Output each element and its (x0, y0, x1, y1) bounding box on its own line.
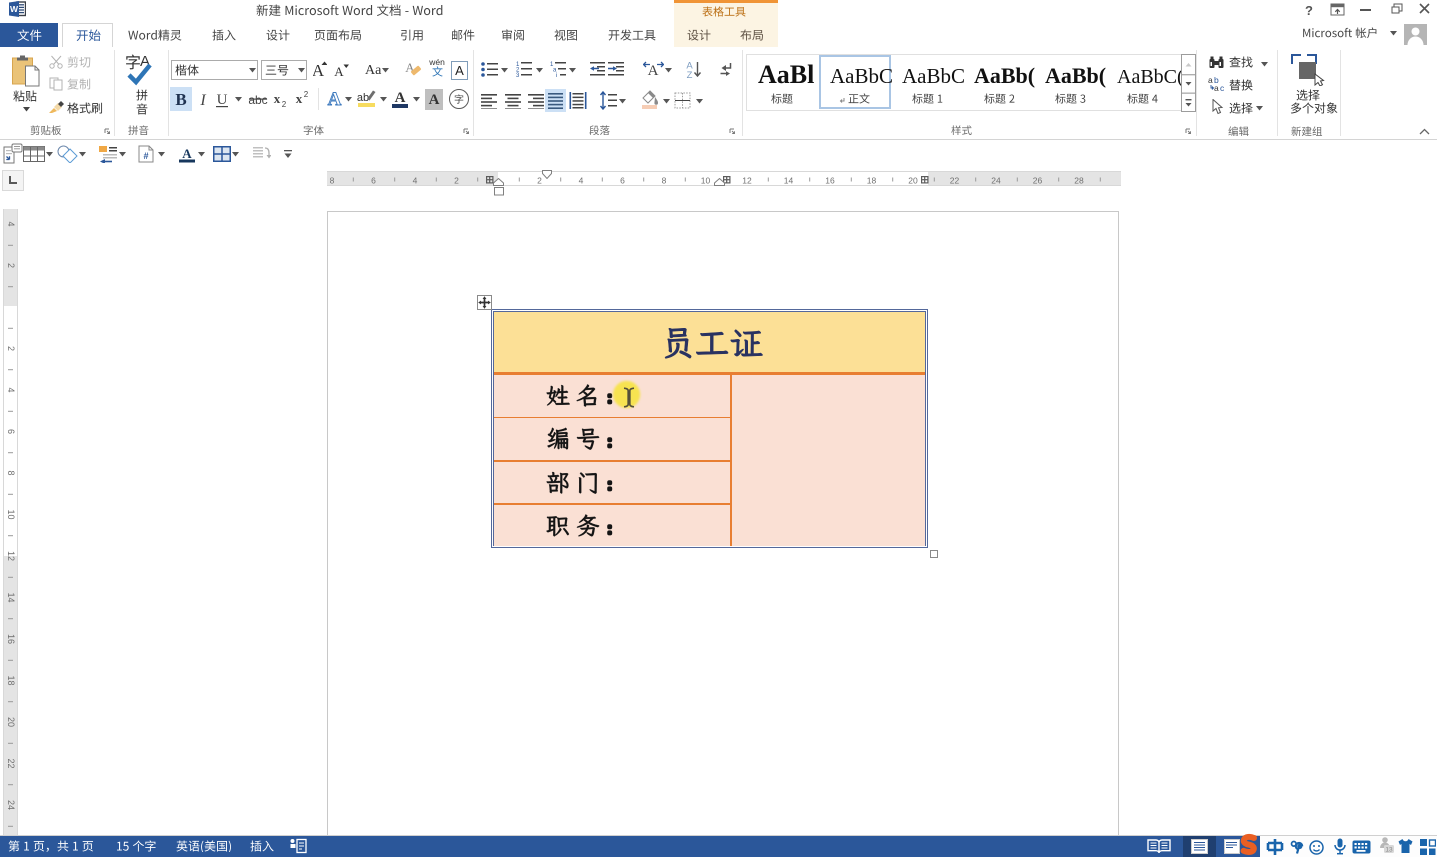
svg-text:16: 16 (6, 634, 16, 644)
svg-text:14: 14 (6, 592, 16, 602)
svg-text:2: 2 (6, 263, 16, 268)
svg-text:16: 16 (825, 176, 835, 186)
svg-text:12: 12 (6, 551, 16, 561)
svg-text:4: 4 (579, 176, 584, 186)
svg-text:8: 8 (6, 470, 16, 475)
svg-text:18: 18 (6, 675, 16, 685)
svg-text:13: 13 (1385, 847, 1393, 854)
svg-text:22: 22 (6, 758, 16, 768)
svg-text:24: 24 (6, 800, 16, 810)
svg-text:28: 28 (1074, 176, 1084, 186)
svg-text:8: 8 (330, 176, 335, 186)
svg-text:6: 6 (620, 176, 625, 186)
svg-text:6: 6 (371, 176, 376, 186)
svg-text:26: 26 (1033, 176, 1043, 186)
svg-text:2: 2 (454, 176, 459, 186)
svg-text:12: 12 (742, 176, 752, 186)
svg-text:2: 2 (6, 346, 16, 351)
svg-text:10: 10 (701, 176, 711, 186)
svg-text:18: 18 (867, 176, 877, 186)
svg-text:14: 14 (784, 176, 794, 186)
svg-text:6: 6 (6, 429, 16, 434)
svg-text:20: 20 (6, 717, 16, 727)
svg-text:10: 10 (6, 509, 16, 519)
svg-text:20: 20 (908, 176, 918, 186)
svg-text:4: 4 (413, 176, 418, 186)
svg-text:4: 4 (6, 221, 16, 226)
svg-text:24: 24 (991, 176, 1001, 186)
svg-text:8: 8 (662, 176, 667, 186)
svg-text:4: 4 (6, 387, 16, 392)
svg-text:22: 22 (950, 176, 960, 186)
